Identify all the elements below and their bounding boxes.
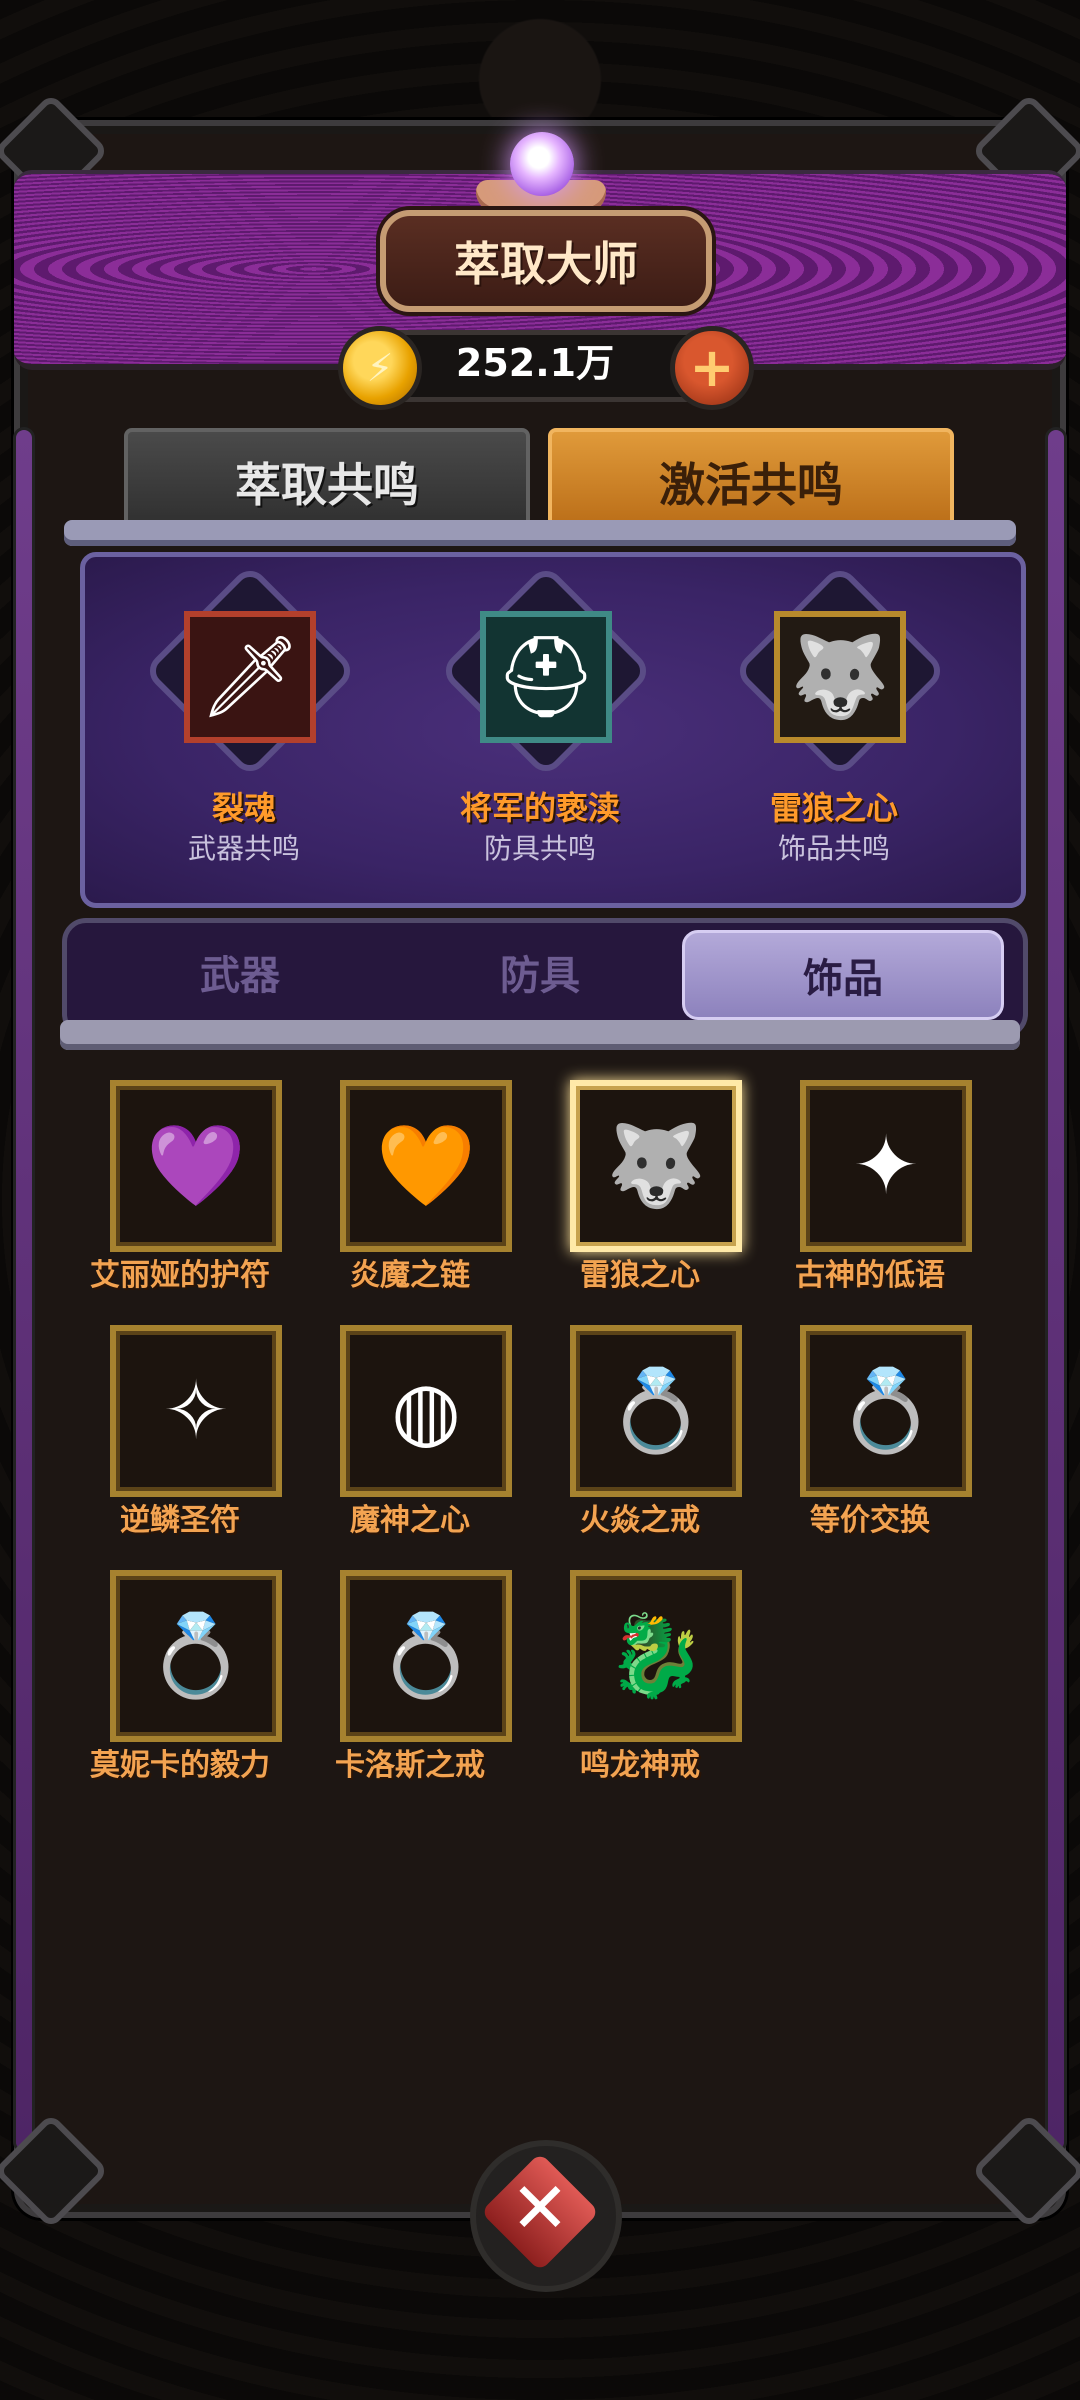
page-title: 萃取大师 (454, 237, 638, 291)
bronze-ring-icon: 💍 (340, 1570, 512, 1742)
orange-gem-necklace-icon: 🧡 (340, 1080, 512, 1252)
item-slot[interactable]: 💍 莫妮卡的毅力 (80, 1570, 282, 1800)
item-name: 逆鳞圣符 (120, 1503, 240, 1538)
grid-divider (60, 1020, 1020, 1050)
silver-ring-icon: 💍 (110, 1570, 282, 1742)
tab-armor[interactable]: 防具 (390, 930, 690, 1014)
tab-accessory[interactable]: 饰品 (682, 930, 1004, 1020)
resonance-type: 饰品共鸣 (777, 832, 890, 865)
wolf-amulet-icon: 🐺 (570, 1080, 742, 1252)
item-slot[interactable]: 💍 卡洛斯之戒 (310, 1570, 512, 1800)
item-name: 莫妮卡的毅力 (90, 1748, 270, 1783)
item-slot[interactable]: ✧ 逆鳞圣符 (80, 1325, 282, 1555)
silver-collar-icon: ◍ (340, 1325, 512, 1497)
resonance-type: 防具共鸣 (483, 832, 596, 865)
item-name: 魔神之心 (350, 1503, 470, 1538)
magic-orb-icon (510, 132, 574, 196)
dragon-ring-icon: 🐉 (570, 1570, 742, 1742)
fire-ring-icon: 💍 (570, 1325, 742, 1497)
resonance-name: 雷狼之心 (769, 789, 898, 827)
resonance-slot-weapon[interactable]: 🗡 裂魂 武器共鸣 (134, 563, 358, 885)
helmet-icon: ⛑ (480, 611, 612, 743)
item-slot[interactable]: ◍ 魔神之心 (310, 1325, 512, 1555)
item-slot-selected[interactable]: 🐺 雷狼之心 (540, 1080, 742, 1310)
resonance-slot-armor[interactable]: ⛑ 将军的亵渎 防具共鸣 (430, 563, 654, 885)
scale-amulet-icon: ✧ (110, 1325, 282, 1497)
item-name: 鸣龙神戒 (580, 1748, 700, 1783)
close-icon[interactable]: ✕ (508, 2167, 572, 2249)
item-name: 卡洛斯之戒 (335, 1748, 485, 1783)
coin-icon: ⚡ (338, 326, 422, 410)
item-slot[interactable]: 💍 火焱之戒 (540, 1325, 742, 1555)
item-slot[interactable]: 🐉 鸣龙神戒 (540, 1570, 742, 1800)
resonance-slot-accessory[interactable]: 🐺 雷狼之心 饰品共鸣 (724, 563, 948, 885)
item-name: 等价交换 (810, 1503, 930, 1538)
currency-value: 252.1万 (455, 341, 615, 385)
frame-left-rail (16, 430, 32, 2150)
item-name: 雷狼之心 (580, 1258, 700, 1293)
item-name: 火焱之戒 (580, 1503, 700, 1538)
item-slot[interactable]: 💜 艾丽娅的护符 (80, 1080, 282, 1310)
add-currency-button[interactable]: + (670, 326, 754, 410)
item-name: 艾丽娅的护符 (90, 1258, 270, 1293)
item-slot[interactable]: ✦ 古神的低语 (770, 1080, 972, 1310)
frame-right-rail (1048, 430, 1064, 2150)
item-slot[interactable]: 💍 等价交换 (770, 1325, 972, 1555)
sword-icon: 🗡 (184, 611, 316, 743)
resonance-name: 裂魂 (211, 789, 276, 827)
item-name: 炎魔之链 (350, 1258, 470, 1293)
tab-divider (64, 520, 1016, 546)
gold-ring-icon: 💍 (800, 1325, 972, 1497)
resonance-name: 将军的亵渎 (459, 789, 620, 827)
resonance-type: 武器共鸣 (187, 832, 300, 865)
item-slot[interactable]: 🧡 炎魔之链 (310, 1080, 512, 1310)
page-title-plate: 萃取大师 (380, 210, 712, 312)
wolf-amulet-icon: 🐺 (774, 611, 906, 743)
item-name: 古神的低语 (795, 1258, 945, 1293)
winged-gem-icon: ✦ (800, 1080, 972, 1252)
tab-weapon[interactable]: 武器 (90, 930, 390, 1014)
purple-gem-amulet-icon: 💜 (110, 1080, 282, 1252)
